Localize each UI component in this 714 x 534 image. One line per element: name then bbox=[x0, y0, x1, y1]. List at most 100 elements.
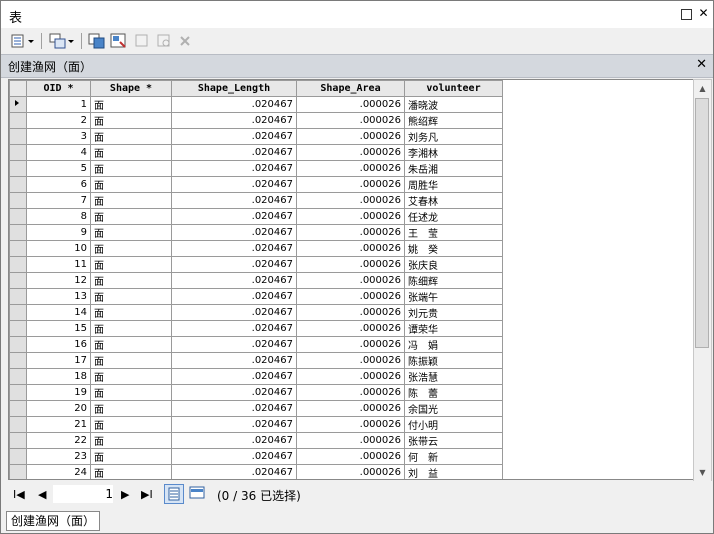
table-row[interactable]: 20 面 .020467.000026 余国光 bbox=[9, 400, 503, 417]
shape-cell[interactable]: 面 bbox=[90, 352, 172, 369]
shape-cell[interactable]: 面 bbox=[90, 128, 172, 145]
shape-cell[interactable]: 面 bbox=[90, 368, 172, 385]
shape-area-cell[interactable]: .000026 bbox=[296, 336, 405, 353]
table-row[interactable]: 5 面 .020467.000026 朱岳湘 bbox=[9, 160, 503, 177]
table-row[interactable]: 15 面 .020467.000026 谭荣华 bbox=[9, 320, 503, 337]
show-selected-records-icon[interactable] bbox=[188, 484, 208, 504]
shape-area-cell[interactable]: .000026 bbox=[296, 400, 405, 417]
table-row[interactable]: 19 面 .020467.000026 陈 蕾 bbox=[9, 384, 503, 401]
volunteer-cell[interactable]: 王 莹 bbox=[404, 224, 503, 241]
previous-record-icon[interactable]: ◀ bbox=[38, 488, 46, 501]
shape-cell[interactable]: 面 bbox=[90, 304, 172, 321]
shape-length-cell[interactable]: .020467 bbox=[171, 112, 297, 129]
shape-area-cell[interactable]: .000026 bbox=[296, 416, 405, 433]
volunteer-cell[interactable]: 艾春林 bbox=[404, 192, 503, 209]
table-row[interactable]: 7 面 .020467.000026 艾春林 bbox=[9, 192, 503, 209]
shape-area-cell[interactable]: .000026 bbox=[296, 208, 405, 225]
oid-cell[interactable]: 3 bbox=[26, 128, 91, 145]
volunteer-cell[interactable]: 何 新 bbox=[404, 448, 503, 465]
shape-cell[interactable]: 面 bbox=[90, 336, 172, 353]
shape-cell[interactable]: 面 bbox=[90, 384, 172, 401]
table-row[interactable]: 11 面 .020467.000026 张庆良 bbox=[9, 256, 503, 273]
shape-cell[interactable]: 面 bbox=[90, 400, 172, 417]
switch-selection-icon[interactable] bbox=[109, 32, 129, 50]
oid-cell[interactable]: 16 bbox=[26, 336, 91, 353]
volunteer-cell[interactable]: 刘 益 bbox=[404, 464, 503, 479]
row-selector[interactable] bbox=[9, 112, 27, 129]
oid-cell[interactable]: 23 bbox=[26, 448, 91, 465]
row-selector[interactable] bbox=[9, 320, 27, 337]
volunteer-cell[interactable]: 熊绍辉 bbox=[404, 112, 503, 129]
volunteer-cell[interactable]: 冯 娟 bbox=[404, 336, 503, 353]
shape-cell[interactable]: 面 bbox=[90, 208, 172, 225]
volunteer-cell[interactable]: 张带云 bbox=[404, 432, 503, 449]
oid-cell[interactable]: 11 bbox=[26, 256, 91, 273]
tab-close-icon[interactable]: ✕ bbox=[696, 57, 707, 72]
shape-length-cell[interactable]: .020467 bbox=[171, 192, 297, 209]
shape-length-cell[interactable]: .020467 bbox=[171, 240, 297, 257]
shape-area-cell[interactable]: .000026 bbox=[296, 384, 405, 401]
oid-cell[interactable]: 6 bbox=[26, 176, 91, 193]
shape-area-cell[interactable]: .000026 bbox=[296, 304, 405, 321]
shape-area-cell[interactable]: .000026 bbox=[296, 112, 405, 129]
table-row[interactable]: 6 面 .020467.000026 周胜华 bbox=[9, 176, 503, 193]
shape-length-cell[interactable]: .020467 bbox=[171, 176, 297, 193]
row-selector[interactable] bbox=[9, 432, 27, 449]
shape-length-cell[interactable]: .020467 bbox=[171, 272, 297, 289]
volunteer-cell[interactable]: 刘务凡 bbox=[404, 128, 503, 145]
volunteer-cell[interactable]: 朱岳湘 bbox=[404, 160, 503, 177]
shape-cell[interactable]: 面 bbox=[90, 240, 172, 257]
shape-length-cell[interactable]: .020467 bbox=[171, 160, 297, 177]
oid-cell[interactable]: 7 bbox=[26, 192, 91, 209]
table-options-icon[interactable] bbox=[9, 32, 37, 50]
shape-cell[interactable]: 面 bbox=[90, 176, 172, 193]
shape-area-cell[interactable]: .000026 bbox=[296, 432, 405, 449]
row-selector[interactable] bbox=[9, 368, 27, 385]
volunteer-cell[interactable]: 陈振颖 bbox=[404, 352, 503, 369]
oid-cell[interactable]: 22 bbox=[26, 432, 91, 449]
table-status-tab[interactable]: 创建渔网（面） bbox=[6, 511, 101, 531]
shape-area-cell[interactable]: .000026 bbox=[296, 160, 405, 177]
oid-cell[interactable]: 1 bbox=[26, 96, 91, 113]
table-row[interactable]: 17 面 .020467.000026 陈振颖 bbox=[9, 352, 503, 369]
shape-cell[interactable]: 面 bbox=[90, 288, 172, 305]
oid-cell[interactable]: 10 bbox=[26, 240, 91, 257]
shape-cell[interactable]: 面 bbox=[90, 448, 172, 465]
row-selector[interactable] bbox=[9, 256, 27, 273]
table-row[interactable]: 1 面 .020467.000026 潘晓波 bbox=[9, 96, 503, 113]
shape-length-cell[interactable]: .020467 bbox=[171, 256, 297, 273]
shape-area-cell[interactable]: .000026 bbox=[296, 176, 405, 193]
shape-length-cell[interactable]: .020467 bbox=[171, 320, 297, 337]
volunteer-cell[interactable]: 李湘林 bbox=[404, 144, 503, 161]
volunteer-cell[interactable]: 陈 蕾 bbox=[404, 384, 503, 401]
shape-area-cell[interactable]: .000026 bbox=[296, 464, 405, 479]
shape-length-cell[interactable]: .020467 bbox=[171, 288, 297, 305]
shape-area-cell[interactable]: .000026 bbox=[296, 352, 405, 369]
shape-cell[interactable]: 面 bbox=[90, 432, 172, 449]
shape-length-cell[interactable]: .020467 bbox=[171, 144, 297, 161]
row-selector[interactable] bbox=[9, 448, 27, 465]
table-row[interactable]: 14 面 .020467.000026 刘元贵 bbox=[9, 304, 503, 321]
column-header[interactable]: Shape * bbox=[90, 80, 172, 97]
oid-cell[interactable]: 4 bbox=[26, 144, 91, 161]
shape-length-cell[interactable]: .020467 bbox=[171, 304, 297, 321]
vertical-scrollbar[interactable]: ▲ ▼ bbox=[693, 79, 712, 482]
shape-area-cell[interactable]: .000026 bbox=[296, 96, 405, 113]
column-header[interactable]: Shape_Area bbox=[296, 80, 405, 97]
volunteer-cell[interactable]: 刘元贵 bbox=[404, 304, 503, 321]
table-row[interactable]: 2 面 .020467.000026 熊绍辉 bbox=[9, 112, 503, 129]
oid-cell[interactable]: 13 bbox=[26, 288, 91, 305]
oid-cell[interactable]: 2 bbox=[26, 112, 91, 129]
restore-icon[interactable] bbox=[681, 9, 692, 20]
shape-length-cell[interactable]: .020467 bbox=[171, 464, 297, 479]
row-selector[interactable] bbox=[9, 304, 27, 321]
volunteer-cell[interactable]: 谭荣华 bbox=[404, 320, 503, 337]
row-selector[interactable] bbox=[9, 464, 27, 479]
shape-area-cell[interactable]: .000026 bbox=[296, 448, 405, 465]
shape-cell[interactable]: 面 bbox=[90, 320, 172, 337]
oid-cell[interactable]: 17 bbox=[26, 352, 91, 369]
next-record-icon[interactable]: ▶ bbox=[121, 488, 129, 501]
volunteer-cell[interactable]: 任述龙 bbox=[404, 208, 503, 225]
volunteer-cell[interactable]: 张端午 bbox=[404, 288, 503, 305]
row-selector[interactable] bbox=[9, 288, 27, 305]
